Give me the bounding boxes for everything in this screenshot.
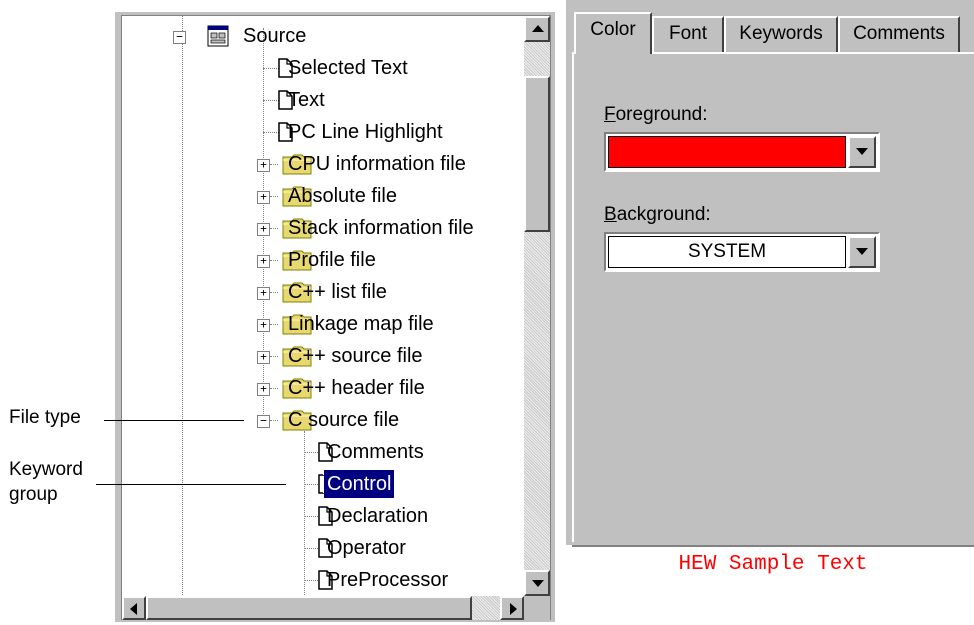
tree-item-label: Comments xyxy=(327,441,424,463)
tree-item-profile-file[interactable]: + Profile file xyxy=(122,244,522,276)
background-label: Background: xyxy=(604,204,711,225)
tree-item-linkage-map-file[interactable]: + Linkage map file xyxy=(122,308,522,340)
tree-connector xyxy=(270,420,278,421)
sample-preview: HEW Sample Text xyxy=(572,545,974,625)
vertical-scroll-thumb[interactable] xyxy=(524,76,550,232)
tree-connector xyxy=(270,196,278,197)
expand-icon[interactable]: + xyxy=(257,287,270,300)
expand-icon[interactable]: + xyxy=(257,319,270,332)
tree-item-label: Operator xyxy=(327,537,406,559)
tree-connector xyxy=(270,292,278,293)
tree-item-label: C++ source file xyxy=(288,345,423,367)
scroll-right-button[interactable] xyxy=(500,596,524,620)
tree-item-label: PreProcessor xyxy=(327,569,449,591)
background-value: SYSTEM xyxy=(608,236,846,268)
tab-color[interactable]: Color xyxy=(574,12,652,54)
tree-item-operator[interactable]: Operator xyxy=(122,532,522,564)
scroll-left-button[interactable] xyxy=(122,596,146,620)
file-type-tree[interactable]: − Source Selected Text Text PC Line Highligh… xyxy=(121,15,551,620)
horizontal-scroll-thumb[interactable] xyxy=(146,596,472,620)
tree-connector xyxy=(270,388,278,389)
tab-font[interactable]: Font xyxy=(652,16,724,52)
tree-connector xyxy=(270,164,278,165)
tab-comments[interactable]: Comments xyxy=(838,16,960,52)
tree-item-declaration[interactable]: Declaration xyxy=(122,500,522,532)
tab-page-color: Foreground: Background: SYSTEM xyxy=(572,52,974,542)
tree-item-label: CPU information file xyxy=(288,153,466,175)
tree-item-label: C++ header file xyxy=(288,377,425,399)
tree-item-label: Selected Text xyxy=(288,57,408,79)
tree-item-label: Declaration xyxy=(327,505,429,527)
expand-icon[interactable]: + xyxy=(257,223,270,236)
tree-item-selected-text[interactable]: Selected Text xyxy=(122,52,522,84)
tree-item-label: C++ list file xyxy=(288,281,387,303)
sample-text: HEW Sample Text xyxy=(678,553,868,576)
tree-item-cpu-information-file[interactable]: + CPU information file xyxy=(122,148,522,180)
tree-item-label: PC Line Highlight xyxy=(288,121,443,143)
tree-vertical-scrollbar[interactable] xyxy=(524,16,550,596)
scrollbar-corner xyxy=(524,596,550,620)
callout-keyword-group-line1: Keyword xyxy=(9,459,83,480)
tree-connector xyxy=(270,324,278,325)
tree-item-source[interactable]: − Source xyxy=(122,20,522,52)
tree-item-comments[interactable]: Comments xyxy=(122,436,522,468)
tree-item-absolute-file[interactable]: + Absolute file xyxy=(122,180,522,212)
callout-keyword-group-line xyxy=(96,484,286,485)
collapse-icon[interactable]: − xyxy=(173,31,186,44)
tree-connector xyxy=(270,260,278,261)
tree-item-label: Profile file xyxy=(288,249,376,271)
tree-item-text[interactable]: Text xyxy=(122,84,522,116)
scroll-down-button[interactable] xyxy=(524,570,550,596)
foreground-label: Foreground: xyxy=(604,104,708,125)
tree-item-c-list-file[interactable]: + C++ list file xyxy=(122,276,522,308)
expand-icon[interactable]: + xyxy=(257,191,270,204)
collapse-icon[interactable]: − xyxy=(257,415,270,428)
tab-keywords[interactable]: Keywords xyxy=(724,16,838,52)
background-color-combo[interactable]: SYSTEM xyxy=(604,232,880,272)
foreground-dropdown-button[interactable] xyxy=(848,136,876,168)
expand-icon[interactable]: + xyxy=(257,255,270,268)
tree-item-c-header-file[interactable]: + C++ header file xyxy=(122,372,522,404)
callout-file-type: File type xyxy=(9,407,81,428)
tree-item-label: C source file xyxy=(288,409,400,431)
tree-item-label: Absolute file xyxy=(288,185,397,207)
tree-connector xyxy=(270,228,278,229)
expand-icon[interactable]: + xyxy=(257,159,270,172)
callout-keyword-group-line2: group xyxy=(9,484,58,505)
tree-item-label: Stack information file xyxy=(288,217,474,239)
tree-horizontal-scrollbar[interactable] xyxy=(122,596,524,620)
tree-item-label: Text xyxy=(288,89,325,111)
foreground-color-combo[interactable] xyxy=(604,132,880,172)
scroll-up-button[interactable] xyxy=(524,16,550,42)
callout-file-type-line xyxy=(104,420,244,421)
tree-item-stack-information-file[interactable]: + Stack information file xyxy=(122,212,522,244)
expand-icon[interactable]: + xyxy=(257,383,270,396)
tree-item-preprocessor[interactable]: PreProcessor xyxy=(122,564,522,596)
background-dropdown-button[interactable] xyxy=(848,236,876,268)
tree-item-c-source-file[interactable]: + C++ source file xyxy=(122,340,522,372)
tree-item-pc-line-highlight[interactable]: PC Line Highlight xyxy=(122,116,522,148)
expand-icon[interactable]: + xyxy=(257,351,270,364)
tree-connector xyxy=(270,356,278,357)
foreground-color-swatch xyxy=(608,136,846,168)
tree-item-label: Linkage map file xyxy=(288,313,434,335)
tree-item-label: Control xyxy=(322,469,396,499)
tree-item-label: Source xyxy=(243,25,307,47)
